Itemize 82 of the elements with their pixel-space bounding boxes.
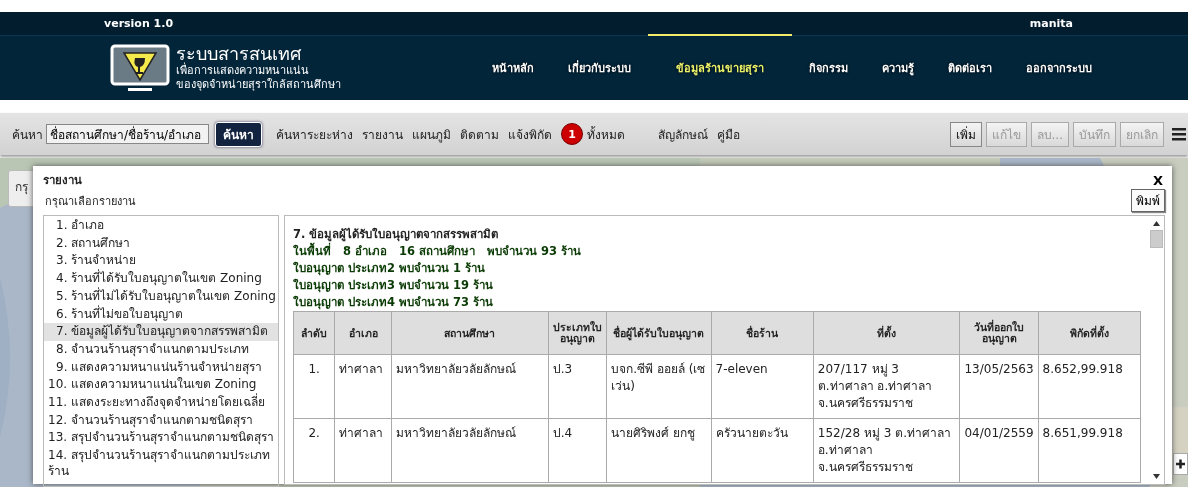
report-summary: ใบอนุญาต ประเภท2 พบจำนวน 1 ร้าน	[293, 260, 487, 277]
nav-item[interactable]: ความรู้	[865, 34, 931, 100]
nav-item[interactable]: เกี่ยวกับระบบ	[551, 34, 648, 100]
nav-item[interactable]: หน้าหลัก	[475, 34, 551, 100]
report-list-item[interactable]: 12. จำนวนร้านสุราจำแนกตามชนิดสุรา	[44, 411, 278, 430]
report-summary: ใบอนุญาต ประเภท3 พบจำนวน 19 ร้าน	[293, 277, 495, 294]
table-cell: ท่าศาลา	[334, 418, 392, 483]
app-subtitle: ของจุดจำหน่ายสุราใกล้สถานศึกษา	[176, 78, 341, 92]
report-list-item[interactable]: 11. แสดงระยะทางถึงจุดจำหน่ายโดยเฉลี่ย	[44, 394, 278, 412]
close-button[interactable]: X	[1150, 172, 1165, 188]
table-cell: ท่าศาลา	[334, 354, 392, 419]
table-cell: 152/28 หมู่ 3 ต.ท่าศาลา อ.ท่าศาลา จ.นครศรีธรรมราช	[813, 418, 960, 483]
toolbar-link[interactable]: ทั้งหมด	[587, 124, 625, 144]
report-list-item[interactable]: 7. ข้อมูลผู้ได้รับใบอนุญาตจากสรรพสามิต	[44, 323, 278, 341]
dialog-title: รายงาน	[43, 172, 82, 189]
table-cell: 8.651,99.918	[1038, 418, 1141, 483]
column-header: พิกัดที่ตั้ง	[1038, 311, 1141, 355]
report-list-item[interactable]: 3. ร้านจำหน่าย	[44, 252, 278, 271]
report-list-item[interactable]: 6. ร้านที่ไม่ขอใบอนุญาต	[44, 305, 278, 324]
report-list-item[interactable]: 1. อำเภอ	[44, 217, 278, 235]
nav-item[interactable]: ออกจากระบบ	[1009, 34, 1109, 100]
search-button[interactable]: ค้นหา	[215, 121, 262, 147]
toolbar-link[interactable]: ค้นหาระยะห่าง	[276, 124, 353, 144]
column-header: ประเภทใบอนุญาต	[548, 311, 607, 355]
version-label: version 1.0	[104, 17, 174, 30]
monitor-logo-icon	[110, 44, 170, 92]
column-header: ลำดับ	[293, 311, 335, 355]
table-cell: 8.652,99.918	[1038, 354, 1141, 419]
search-label: ค้นหา	[12, 126, 43, 144]
report-list-item[interactable]: 9. แสดงความหนาแน่นร้านจำหน่ายสุรา	[44, 358, 278, 377]
print-button[interactable]: พิมพ์	[1131, 189, 1165, 212]
toolbar-link[interactable]: รายงาน	[362, 124, 403, 144]
app-title: ระบบสารสนเทศ	[176, 44, 301, 64]
report-list-item[interactable]: 14. สรุปจำนวนร้านสุราจำแนกตามประเภทร้าน	[44, 447, 278, 481]
scroll-up-icon[interactable]	[1152, 220, 1161, 227]
toolbar-link[interactable]: ติดตาม	[460, 124, 499, 144]
column-header: สถานศึกษา	[391, 311, 549, 355]
toolbar-link[interactable]: แผนภูมิ	[412, 124, 451, 144]
report-list-item[interactable]: 10. แสดงความหนาแน่นในเขต Zoning	[44, 376, 278, 395]
table-cell: 1.	[293, 354, 335, 419]
table-cell: ป.4	[548, 418, 607, 483]
table-cell: ครัวนายตะวัน	[711, 418, 814, 483]
app-subtitle: เพื่อการแสดงความหนาแน่น	[176, 64, 310, 78]
toolbar-link[interactable]: แจ้งพิกัด	[508, 124, 552, 144]
report-list-item[interactable]: 2. สถานศึกษา	[44, 234, 278, 253]
report-list-item[interactable]: 13. สรุปจำนวนร้านสุราจำแนกตามชนิดสุรา	[44, 429, 278, 448]
toolbar-link[interactable]: คู่มือ	[717, 124, 740, 144]
scrollbar-thumb[interactable]	[1150, 230, 1163, 248]
table-cell: บจก.ซีพี ออยล์ (เซเว่น)	[606, 354, 712, 419]
report-list-item[interactable]: 4. ร้านที่ได้รับใบอนุญาตในเขต Zoning	[44, 270, 278, 288]
table-cell: 7-eleven	[711, 354, 814, 419]
table-cell: 207/117 หมู่ 3 ต.ท่าศาลา อ.ท่าศาลา จ.นครศรีธรรมราช	[813, 354, 960, 419]
column-header: ที่ตั้ง	[813, 311, 960, 355]
nav-item[interactable]: ข้อมูลร้านขายสุรา	[648, 34, 792, 100]
menu-icon[interactable]	[1172, 127, 1186, 141]
column-header: ชื่อผู้ได้รับใบอนุญาต	[606, 311, 712, 355]
zoom-in-icon[interactable]	[1173, 453, 1188, 475]
column-header: อำเภอ	[334, 311, 392, 355]
table-cell: ป.3	[548, 354, 607, 419]
scroll-down-icon[interactable]	[1152, 473, 1161, 480]
report-summary: ใบอนุญาต ประเภท4 พบจำนวน 73 ร้าน	[293, 294, 495, 311]
user-name: manita	[1029, 17, 1073, 30]
table-cell: 2.	[293, 418, 335, 483]
table-cell: 04/01/2559	[959, 418, 1039, 483]
report-list-item[interactable]: 5. ร้านที่ไม่ได้รับใบอนุญาตในเขต Zoning	[44, 287, 278, 306]
report-list-item[interactable]: 8. จำนวนร้านสุราจำแนกตามประเภท	[44, 340, 278, 359]
nav-item[interactable]: กิจกรรม	[792, 34, 865, 100]
report-heading: 7. ข้อมูลผู้ได้รับใบอนุญาตจากสรรพสามิต	[293, 226, 500, 243]
table-cell: นายศิริพงศ์ ยกชู	[606, 418, 712, 483]
toolbar-button[interactable]: เพิ่ม	[949, 121, 982, 147]
map-tab[interactable]: กรุ	[8, 170, 35, 207]
search-field[interactable]: ชื่อสถานศึกษา/ชื่อร้าน/อำเภอ	[46, 124, 209, 144]
nav-item[interactable]: ติดต่อเรา	[931, 34, 1009, 100]
table-cell: มหาวิทยาลัยวลัยลักษณ์	[391, 418, 549, 483]
table-cell: 13/05/2563	[959, 354, 1039, 419]
dialog-subtitle: กรุณาเลือกรายงาน	[45, 193, 136, 210]
table-cell: มหาวิทยาลัยวลัยลักษณ์	[391, 354, 549, 419]
notification-badge: 1	[561, 123, 583, 145]
column-header: ชื่อร้าน	[711, 311, 814, 355]
report-summary: ในพื้นที่ 8 อำเภอ 16 สถานศึกษา พบจำนวน 93 ร้าน	[293, 243, 1141, 260]
toolbar-link[interactable]: สัญลักษณ์	[658, 124, 708, 144]
column-header: วันที่ออกใบอนุญาต	[959, 311, 1039, 355]
